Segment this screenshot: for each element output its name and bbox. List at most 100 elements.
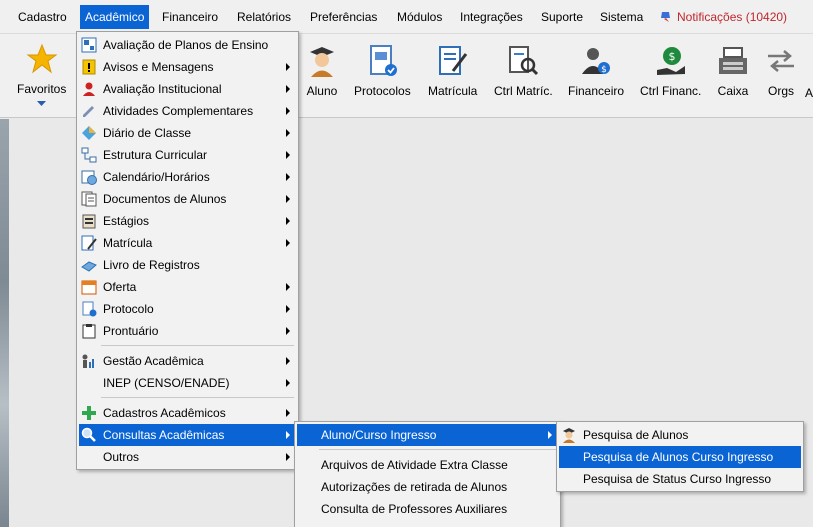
matricula-button[interactable]: Matrícula — [428, 44, 477, 98]
menu-item-documentos-alunos[interactable]: Documentos de Alunos — [79, 188, 296, 210]
search-icon — [81, 427, 96, 442]
book-open-icon — [81, 261, 97, 272]
submenu-arrow-icon — [286, 327, 290, 335]
protocolos-label: Protocolos — [354, 84, 411, 98]
menu-preferencias[interactable]: Preferências — [305, 5, 382, 29]
overflow-label: A — [805, 86, 813, 100]
grid-icon — [81, 37, 97, 53]
menu-item-protocolo[interactable]: Protocolo — [79, 298, 296, 320]
protocolos-button[interactable]: Protocolos — [354, 44, 411, 98]
orgs-label: Orgs — [767, 84, 794, 98]
financeiro-button[interactable]: $ Financeiro — [568, 44, 624, 98]
favoritos-label: Favoritos — [17, 82, 67, 96]
document-search-icon — [509, 46, 539, 76]
caixa-label: Caixa — [717, 84, 749, 98]
document-check-icon — [82, 301, 97, 317]
swap-arrows-icon — [768, 50, 794, 72]
ctrl-financ-label: Ctrl Financ. — [640, 84, 702, 98]
menu-item-avisos[interactable]: Avisos e Mensagens — [79, 56, 296, 78]
chevron-down-icon — [37, 101, 47, 106]
menu-item-pesquisa-status[interactable]: Pesquisa de Status Curso Ingresso — [559, 468, 801, 490]
form-pen-icon — [81, 235, 97, 251]
menu-item-avaliacao-institucional[interactable]: Avaliação Institucional — [79, 78, 296, 100]
background-image — [0, 119, 9, 527]
menu-item-estagios[interactable]: Estágios — [79, 210, 296, 232]
aluno-label: Aluno — [306, 84, 338, 98]
menu-item-aluno-curso-ingresso[interactable]: Aluno/Curso Ingresso — [297, 424, 558, 446]
warning-icon — [82, 59, 96, 75]
submenu-arrow-icon — [286, 453, 290, 461]
menu-item-inep[interactable]: INEP (CENSO/ENADE) — [79, 372, 296, 394]
submenu-arrow-icon — [286, 283, 290, 291]
person-icon — [83, 82, 95, 96]
menu-cadastro[interactable]: Cadastro — [13, 5, 72, 29]
menu-separator — [101, 345, 294, 346]
menu-item-label: Estágios — [103, 214, 150, 228]
menu-separator — [101, 397, 294, 398]
orgs-button[interactable]: Orgs — [764, 44, 798, 98]
menu-item-label: Matrícula — [103, 236, 153, 250]
book-icon — [82, 126, 96, 140]
menu-item-matricula[interactable]: Matrícula — [79, 232, 296, 254]
people-chart-icon — [82, 354, 94, 368]
svg-text:$: $ — [668, 50, 675, 63]
submenu-arrow-icon — [286, 409, 290, 417]
calendar-clock-icon — [81, 170, 97, 185]
menu-item-livro-registros[interactable]: Livro de Registros — [79, 254, 296, 276]
menu-academico[interactable]: Acadêmico — [80, 5, 150, 29]
consultas-submenu: Aluno/Curso Ingresso Arquivos de Ativida… — [294, 421, 561, 527]
clipboard-icon — [82, 214, 96, 229]
menu-item-autorizacoes-retirada[interactable]: Autorizações de retirada de Alunos — [297, 476, 558, 498]
menu-item-label: Cadastros Acadêmicos — [103, 406, 226, 420]
menu-integracoes[interactable]: Integrações — [455, 5, 528, 29]
cash-register-icon — [719, 47, 747, 74]
menu-item-label: Avisos e Mensagens — [103, 60, 214, 74]
menu-item-arquivos-atividade[interactable]: Arquivos de Atividade Extra Classe — [297, 454, 558, 476]
menu-item-label: Calendário/Horários — [103, 170, 210, 184]
menu-modulos[interactable]: Módulos — [392, 5, 447, 29]
menu-item-atividades-complementares[interactable]: Atividades Complementares — [79, 100, 296, 122]
menu-item-consultas-academicas[interactable]: Consultas Acadêmicas — [79, 424, 296, 446]
ctrl-financ-button[interactable]: $ Ctrl Financ. — [640, 44, 701, 98]
menu-item-avaliacao-planos[interactable]: Avaliação de Planos de Ensino — [79, 34, 296, 56]
submenu-arrow-icon — [286, 217, 290, 225]
menu-item-label: Consultas Acadêmicas — [103, 428, 225, 442]
menu-item-oferta[interactable]: Oferta — [79, 276, 296, 298]
menu-item-outros[interactable]: Outros — [79, 446, 296, 468]
menu-item-estrutura-curricular[interactable]: Estrutura Curricular — [79, 144, 296, 166]
notification-icon — [661, 12, 670, 22]
menu-item-cadastros-academicos[interactable]: Cadastros Acadêmicos — [79, 402, 296, 424]
menu-item-consulta-professores[interactable]: Consulta de Professores Auxiliares — [297, 498, 558, 520]
menu-item-calendario[interactable]: Calendário/Horários — [79, 166, 296, 188]
submenu-arrow-icon — [286, 129, 290, 137]
menu-item-label: Pesquisa de Alunos Curso Ingresso — [583, 450, 774, 464]
submenu-arrow-icon — [286, 151, 290, 159]
ctrl-matric-label: Ctrl Matríc. — [494, 84, 553, 98]
menu-item-label: Estrutura Curricular — [103, 148, 208, 162]
aluno-button[interactable]: Aluno — [305, 44, 339, 98]
matricula-label: Matrícula — [428, 84, 478, 98]
menu-financeiro[interactable]: Financeiro — [157, 5, 223, 29]
menu-item-diario-classe[interactable]: Diário de Classe — [79, 122, 296, 144]
submenu-arrow-icon — [286, 107, 290, 115]
documents-icon — [81, 191, 97, 207]
submenu-arrow-icon — [286, 173, 290, 181]
favoritos-button[interactable]: Favoritos — [17, 42, 66, 107]
ctrl-matric-button[interactable]: Ctrl Matríc. — [494, 44, 553, 98]
menu-item-gestao-academica[interactable]: Gestão Acadêmica — [79, 350, 296, 372]
menu-suporte[interactable]: Suporte — [536, 5, 588, 29]
menu-relatorios[interactable]: Relatórios — [232, 5, 296, 29]
submenu-arrow-icon — [286, 305, 290, 313]
submenu-arrow-icon — [286, 357, 290, 365]
menu-sistema[interactable]: Sistema — [595, 5, 648, 29]
menu-item-pesquisa-alunos-curso[interactable]: Pesquisa de Alunos Curso Ingresso — [559, 446, 801, 468]
notifications-link[interactable]: Notificações (10420) — [660, 5, 787, 29]
menu-item-label: Atividades Complementares — [103, 104, 254, 118]
overflow-button[interactable]: A — [805, 86, 813, 100]
menu-item-pesquisa-alunos[interactable]: Pesquisa de Alunos — [559, 424, 801, 446]
menu-item-label: Pesquisa de Alunos — [583, 428, 689, 442]
caixa-button[interactable]: Caixa — [716, 44, 750, 98]
menu-item-prontuario[interactable]: Prontuário — [79, 320, 296, 342]
submenu-arrow-icon — [286, 379, 290, 387]
document-check-icon — [370, 45, 398, 76]
